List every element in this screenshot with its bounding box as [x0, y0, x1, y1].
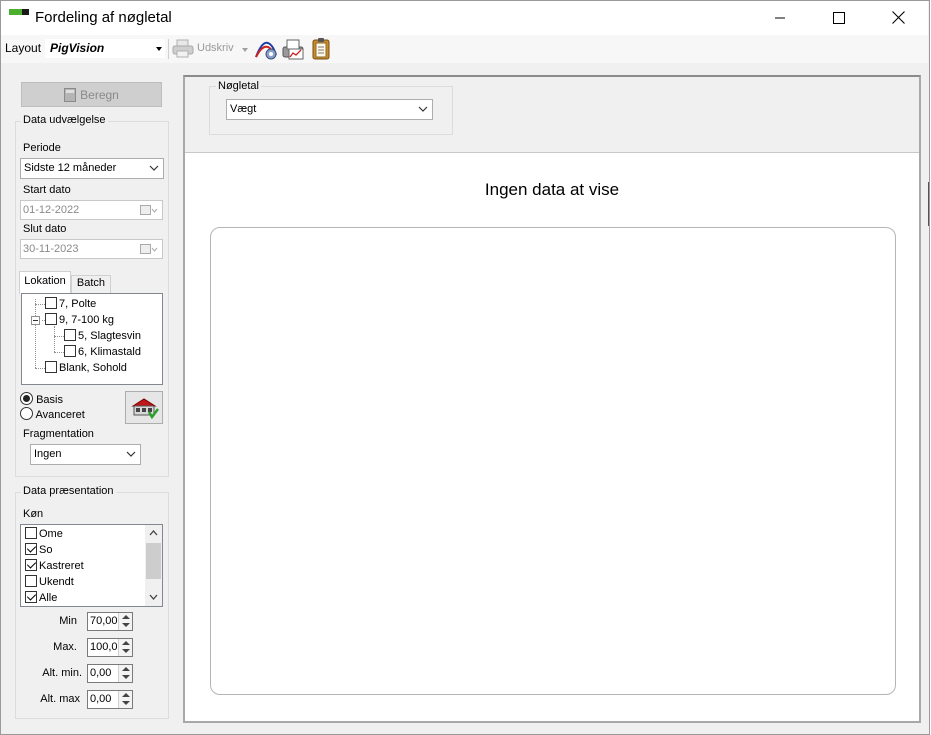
- print-chart-icon: [282, 39, 304, 60]
- checkbox-checked[interactable]: [25, 543, 37, 555]
- chevron-down-icon: [149, 165, 159, 171]
- chevron-down-icon: [242, 48, 248, 52]
- scroll-up-icon: [149, 530, 158, 536]
- tree-item[interactable]: Blank, Sohold: [45, 361, 127, 375]
- clipboard-icon: [312, 38, 330, 60]
- checkbox[interactable]: [25, 575, 37, 587]
- alt-min-label: Alt. min.: [42, 667, 82, 679]
- tab-batch[interactable]: Batch: [71, 275, 111, 293]
- chevron-down-icon: [418, 106, 428, 112]
- min-label: Min: [59, 615, 77, 627]
- checkbox-checked[interactable]: [25, 559, 37, 571]
- radio-on-icon[interactable]: [20, 392, 33, 405]
- fragmentation-label: Fragmentation: [23, 428, 94, 440]
- layout-value: PigVision: [50, 41, 105, 55]
- checkbox[interactable]: [45, 313, 57, 325]
- start-date-label: Start dato: [23, 184, 71, 196]
- print-chart-button[interactable]: [281, 37, 305, 61]
- tab-lokation[interactable]: Lokation: [19, 271, 71, 294]
- close-icon: [891, 11, 905, 24]
- period-label: Periode: [23, 142, 61, 154]
- spin-icon: [118, 691, 132, 708]
- alt-max-stepper[interactable]: 0,00: [87, 690, 133, 709]
- layout-label: Layout: [5, 41, 42, 55]
- clipboard-button[interactable]: [309, 37, 333, 61]
- printer-icon: [172, 39, 194, 58]
- spin-icon: [118, 665, 132, 682]
- max-label: Max.: [53, 641, 77, 653]
- chevron-down-icon: [156, 47, 162, 51]
- alt-min-stepper[interactable]: 0,00: [87, 664, 133, 683]
- period-value: Sidste 12 måneder: [24, 162, 117, 174]
- collapse-icon[interactable]: [31, 316, 40, 325]
- layout-dropdown[interactable]: PigVision: [45, 39, 165, 58]
- toolbar-separator: [168, 39, 169, 59]
- list-item[interactable]: So: [25, 542, 52, 558]
- fragmentation-value: Ingen: [34, 448, 62, 460]
- keyfigure-dropdown[interactable]: Vægt: [226, 99, 433, 120]
- spin-icon: [118, 639, 132, 656]
- list-item[interactable]: Alle: [25, 590, 57, 606]
- app-logo-icon: [9, 9, 29, 15]
- max-stepper[interactable]: 100,0: [87, 638, 133, 657]
- print-button[interactable]: Udskriv: [172, 38, 252, 60]
- maximize-icon: [833, 11, 845, 24]
- radio-advanced[interactable]: Avanceret: [20, 407, 85, 421]
- tree-item[interactable]: 5, Slagtesvin: [64, 329, 141, 343]
- checkbox[interactable]: [64, 329, 76, 341]
- list-scrollbar[interactable]: [145, 525, 162, 606]
- minimize-icon: [775, 17, 785, 18]
- scroll-down-icon: [149, 594, 158, 600]
- calendar-icon: [140, 244, 158, 254]
- end-date-label: Slut dato: [23, 223, 67, 235]
- list-item[interactable]: Ukendt: [25, 574, 74, 590]
- calculate-button[interactable]: Beregn: [21, 82, 162, 107]
- barn-button[interactable]: [125, 391, 163, 424]
- checkbox[interactable]: [45, 297, 57, 309]
- list-item[interactable]: Ome: [25, 526, 63, 542]
- checkbox[interactable]: [45, 361, 57, 373]
- checkbox[interactable]: [64, 345, 76, 357]
- scroll-thumb[interactable]: [146, 543, 161, 579]
- fragmentation-dropdown[interactable]: Ingen: [30, 444, 141, 465]
- calculate-label: Beregn: [80, 87, 119, 102]
- data-presentation-title: Data præsentation: [21, 485, 116, 497]
- close-button[interactable]: [875, 1, 921, 34]
- chart-message: Ingen data at vise: [484, 180, 620, 199]
- list-item[interactable]: Kastreret: [25, 558, 84, 574]
- barn-icon: [131, 398, 159, 419]
- plot-area: [210, 227, 896, 695]
- radio-off-icon[interactable]: [20, 407, 33, 420]
- print-label: Udskriv: [197, 42, 234, 54]
- min-stepper[interactable]: 70,00: [87, 612, 133, 631]
- sex-label: Køn: [23, 508, 44, 520]
- sex-list: Ome So Kastreret Ukendt Alle: [20, 524, 163, 607]
- chart-settings-button[interactable]: [254, 37, 278, 61]
- minimize-button[interactable]: [757, 1, 803, 34]
- checkbox[interactable]: [25, 527, 37, 539]
- end-date-picker[interactable]: 30-11-2023: [20, 239, 163, 259]
- location-tree: 7, Polte 9, 7-100 kg 5, Slagtesvin 6, Kl…: [21, 293, 163, 385]
- radio-basis[interactable]: Basis: [20, 392, 63, 406]
- calendar-icon: [140, 205, 158, 215]
- data-selection-title: Data udvælgelse: [21, 114, 108, 126]
- keyfigure-value: Vægt: [230, 103, 257, 115]
- window-title: Fordeling af nøgletal: [35, 9, 172, 26]
- tree-item[interactable]: 9, 7-100 kg: [45, 313, 114, 327]
- maximize-button[interactable]: [816, 1, 862, 34]
- end-date-value: 30-11-2023: [23, 243, 79, 255]
- period-dropdown[interactable]: Sidste 12 måneder: [20, 158, 164, 179]
- alt-max-label: Alt. max: [40, 693, 80, 705]
- keyfigure-label: Nøgletal: [216, 80, 261, 92]
- tree-item[interactable]: 7, Polte: [45, 297, 96, 311]
- spin-icon: [118, 613, 132, 630]
- settings-chart-icon: [255, 41, 277, 60]
- checkbox-checked[interactable]: [25, 591, 37, 603]
- calculator-icon: [64, 87, 77, 102]
- start-date-picker[interactable]: 01-12-2022: [20, 200, 163, 220]
- tree-item[interactable]: 6, Klimastald: [64, 345, 141, 359]
- start-date-value: 01-12-2022: [23, 204, 80, 216]
- chevron-down-icon: [126, 451, 136, 457]
